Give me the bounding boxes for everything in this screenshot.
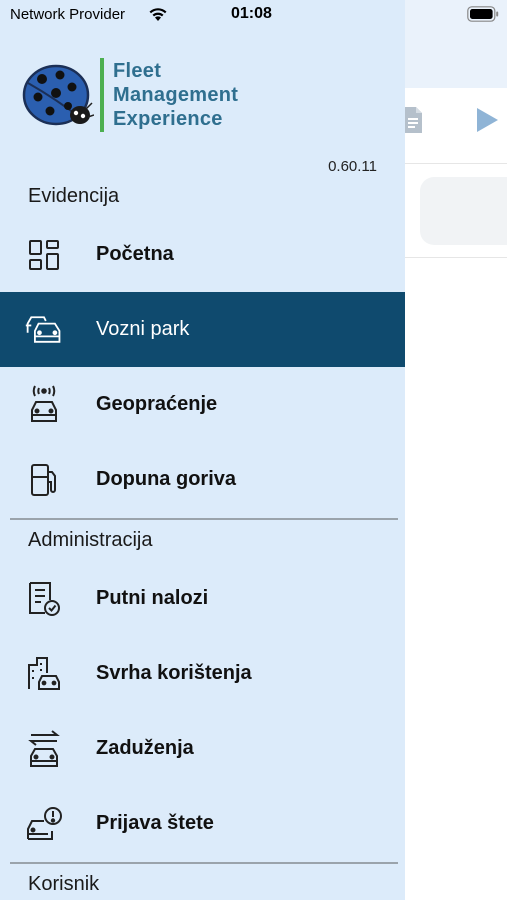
fuel-pump-icon [24,460,64,500]
menu-item-putni-nalozi[interactable]: Putni nalozi [0,561,405,636]
car-tracking-icon [24,385,64,425]
section-title-administracija: Administracija [28,529,153,551]
logo-line-1: Fleet [113,60,162,82]
play-icon[interactable] [474,106,500,134]
menu-item-zaduzenja[interactable]: Zaduženja [0,711,405,786]
menu-label-putni-nalozi: Putni nalozi [96,587,209,609]
menu-item-svrha-koristenja[interactable]: Svrha korištenja [0,636,405,711]
status-bar: Network Provider 01:08 [0,0,507,30]
logo-line-3: Experience [113,108,223,130]
menu-label-svrha-koristenja: Svrha korištenja [96,662,252,684]
menu-item-vozni-park[interactable]: Vozni park [0,292,405,367]
ladybug-icon [22,64,94,126]
section-divider [10,518,398,520]
clock: 01:08 [231,5,272,22]
car-damage-icon [24,804,64,844]
background-divider [405,257,507,258]
dashboard-icon [24,235,64,275]
document-icon[interactable] [402,106,424,134]
document-check-icon [24,579,64,619]
section-title-korisnik: Korisnik [28,873,100,895]
logo-divider [100,58,104,132]
logo-line-2: Management [113,84,239,106]
navigation-drawer: Fleet Management Experience 0.60.11 Evid… [0,0,405,900]
app-logo: Fleet Management Experience [20,55,300,135]
car-exchange-icon [24,729,64,769]
menu-item-pocetna[interactable]: Početna [0,217,405,292]
section-divider [10,862,398,864]
battery-icon [467,6,499,22]
menu-label-geopracenje: Geopraćenje [96,393,218,415]
menu-item-prijava-stete[interactable]: Prijava štete [0,786,405,861]
menu-label-pocetna: Početna [96,243,174,265]
menu-label-dopuna-goriva: Dopuna goriva [96,468,237,490]
menu-item-dopuna-goriva[interactable]: Dopuna goriva [0,442,405,517]
cars-icon [24,310,64,350]
app-version: 0.60.11 [328,158,377,175]
menu-item-geopracenje[interactable]: Geopraćenje [0,367,405,442]
background-card [420,177,507,245]
wifi-icon [149,8,167,21]
building-car-icon [24,654,64,694]
menu-label-zaduzenja: Zaduženja [96,737,194,759]
carrier-name: Network Provider [10,6,126,23]
logo-text: Fleet Management Experience [113,59,238,131]
menu-label-prijava-stete: Prijava štete [96,812,214,834]
menu-label-vozni-park: Vozni park [96,318,190,340]
section-title-evidencija: Evidencija [28,185,120,207]
